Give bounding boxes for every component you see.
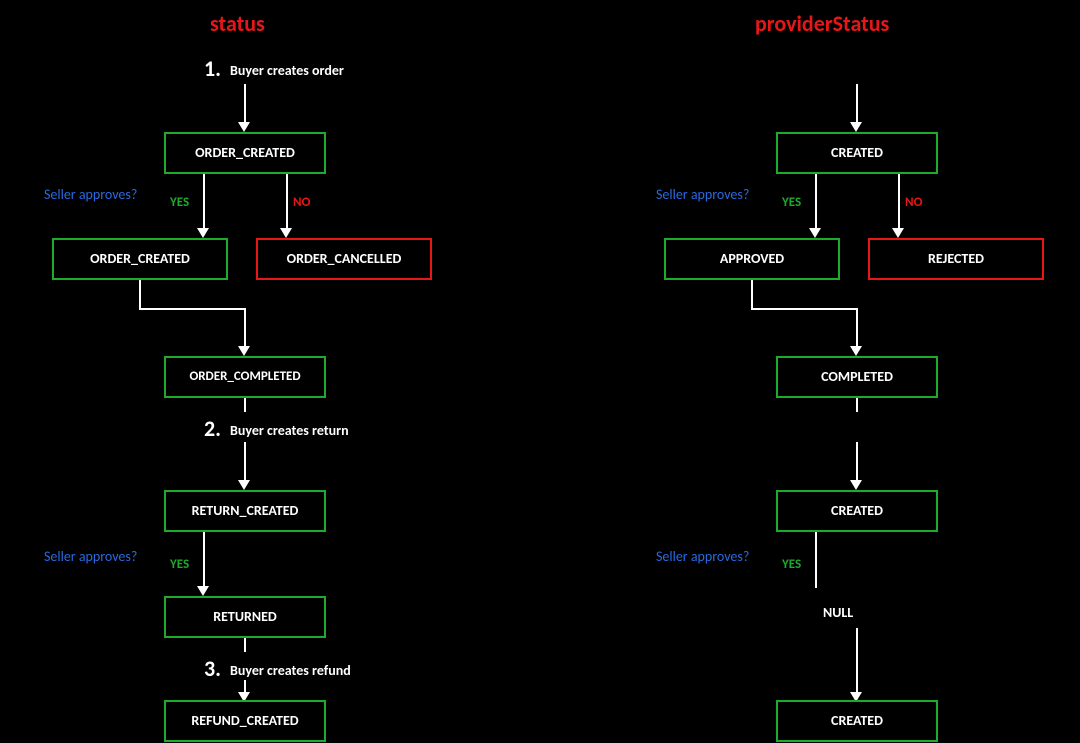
title-providerstatus: providerStatus [755, 10, 889, 37]
arrow [286, 174, 288, 230]
arrow [244, 308, 246, 348]
right-box-return-created: CREATED [776, 490, 938, 532]
arrow-head [809, 228, 821, 238]
arrow [203, 174, 205, 230]
arrow [856, 398, 858, 412]
yes-1-right: YES [782, 195, 801, 210]
arrow [856, 84, 858, 124]
arrow [856, 442, 858, 482]
yes-2-left: YES [170, 557, 189, 572]
step1-num: 1. [204, 55, 221, 82]
arrow-head [280, 228, 292, 238]
arrow [751, 280, 753, 310]
arrow-head [892, 228, 904, 238]
right-box-refund-created: CREATED [776, 700, 938, 742]
right-box-yes: APPROVED [664, 238, 840, 280]
arrow [815, 174, 817, 230]
arrow-head [238, 480, 250, 490]
arrow [856, 628, 858, 694]
left-box-refund-created: REFUND_CREATED [164, 700, 326, 742]
diagram-canvas: status providerStatus 1. Buyer creates o… [0, 0, 1080, 743]
arrow-head [197, 228, 209, 238]
step3-num: 3. [204, 655, 221, 682]
arrow-head [850, 346, 862, 356]
step2-num: 2. [204, 415, 221, 442]
left-box-yes: ORDER_CREATED [52, 238, 228, 280]
arrow [244, 84, 246, 124]
no-1-left: NO [293, 195, 310, 210]
left-box-return-created: RETURN_CREATED [164, 490, 326, 532]
arrow [244, 638, 246, 652]
arrow [244, 398, 246, 412]
left-box-returned: RETURNED [164, 596, 326, 638]
prompt-seller-2-left: Seller approves? [44, 548, 137, 565]
right-box-no: REJECTED [868, 238, 1044, 280]
right-box-1: CREATED [776, 132, 938, 174]
arrow [139, 280, 141, 310]
right-box-completed: COMPLETED [776, 356, 938, 398]
left-box-completed: ORDER_COMPLETED [164, 356, 326, 398]
prompt-seller-1-right: Seller approves? [656, 186, 749, 203]
step1-text: Buyer creates order [230, 62, 344, 79]
step3-text: Buyer creates refund [230, 662, 351, 679]
prompt-seller-1-left: Seller approves? [44, 186, 137, 203]
arrow-head [850, 480, 862, 490]
step2-text: Buyer creates return [230, 422, 349, 439]
arrow-head [850, 122, 862, 132]
left-box-no: ORDER_CANCELLED [256, 238, 432, 280]
no-1-right: NO [905, 195, 922, 210]
left-box-1: ORDER_CREATED [164, 132, 326, 174]
title-status: status [210, 10, 265, 37]
yes-1-left: YES [170, 195, 189, 210]
arrow [203, 532, 205, 588]
arrow-head [197, 586, 209, 596]
yes-2-right: YES [782, 557, 801, 572]
arrow-head [238, 346, 250, 356]
arrow [856, 308, 858, 348]
arrow [244, 442, 246, 482]
arrow [898, 174, 900, 230]
prompt-seller-2-right: Seller approves? [656, 548, 749, 565]
arrow [815, 532, 817, 588]
arrow [139, 308, 245, 310]
right-null-text: NULL [823, 604, 853, 621]
arrow-head [238, 122, 250, 132]
arrow [751, 308, 857, 310]
